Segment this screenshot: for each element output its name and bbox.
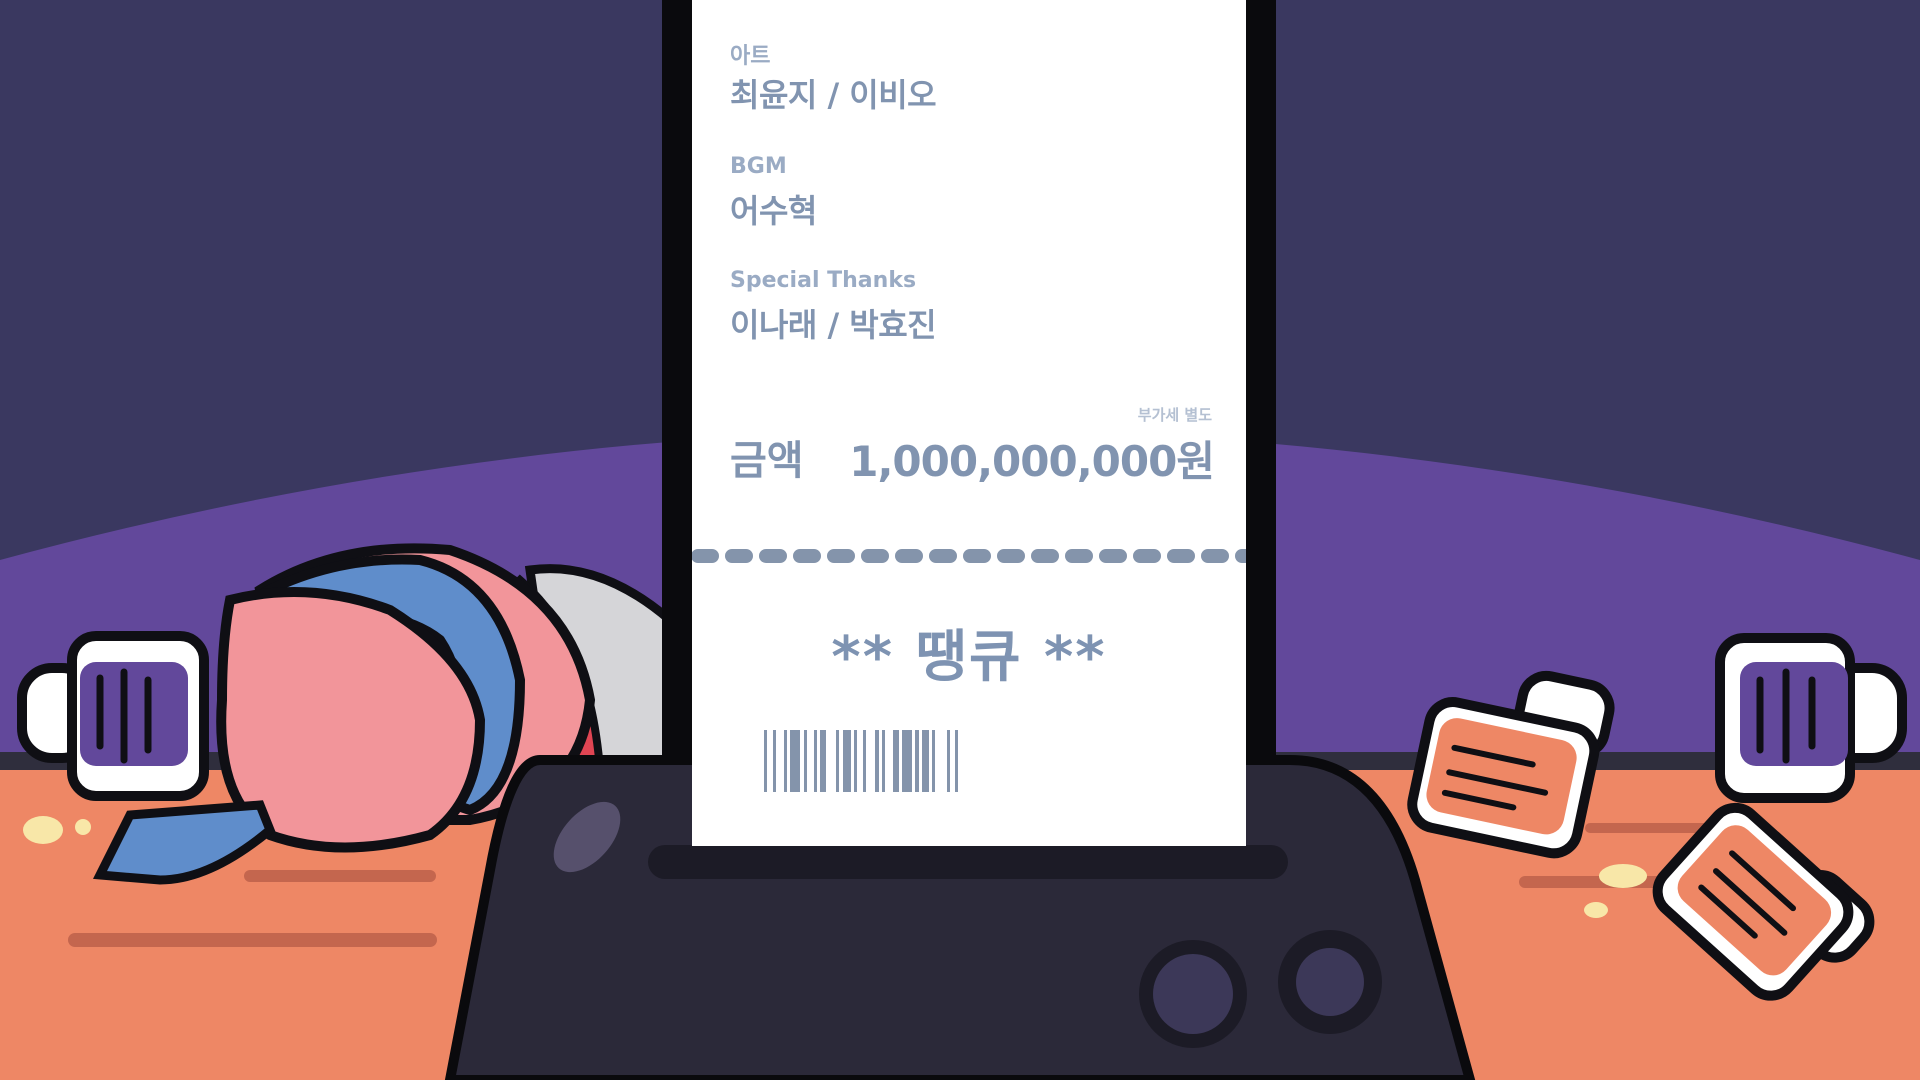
barcode-bar bbox=[820, 730, 826, 792]
receipt-paper: 아트 최윤지 / 이비오 BGM 어수혁 Special Thanks 이나래 … bbox=[692, 0, 1246, 846]
amount-label: 금액 bbox=[730, 438, 804, 484]
barcode-bar bbox=[893, 730, 899, 792]
barcode-bar bbox=[784, 730, 787, 792]
barcode-bar bbox=[843, 730, 851, 792]
barcode-bar bbox=[875, 730, 879, 792]
credit-names-special-thanks: 이나래 / 박효진 bbox=[730, 306, 937, 344]
barcode-bar bbox=[854, 730, 857, 792]
barcode-bar bbox=[932, 730, 935, 792]
thank-you-text: ** 땡큐 ** bbox=[831, 625, 1107, 690]
barcode-bar bbox=[955, 730, 958, 792]
barcode-bar bbox=[790, 730, 800, 792]
credit-role-special-thanks: Special Thanks bbox=[730, 268, 917, 293]
barcode-bar bbox=[863, 730, 866, 792]
barcode-bar bbox=[947, 730, 950, 792]
barcode-bar bbox=[915, 730, 919, 792]
barcode-bar bbox=[922, 730, 929, 792]
perforation-line bbox=[692, 549, 1246, 563]
barcode bbox=[764, 730, 958, 792]
credit-names-bgm: 어수혁 bbox=[730, 192, 817, 230]
barcode-bar bbox=[836, 730, 839, 792]
barcode-bar bbox=[882, 730, 885, 792]
credit-names-art: 최윤지 / 이비오 bbox=[730, 76, 937, 114]
barcode-bar bbox=[814, 730, 817, 792]
barcode-bar bbox=[773, 730, 776, 792]
barcode-bar bbox=[804, 730, 807, 792]
barcode-bar bbox=[764, 730, 767, 792]
credit-role-art: 아트 bbox=[730, 44, 771, 69]
credit-role-bgm: BGM bbox=[730, 154, 787, 179]
barcode-bar bbox=[902, 730, 912, 792]
amount-value: 1,000,000,000원 bbox=[849, 437, 1215, 486]
vat-note: 부가세 별도 bbox=[1137, 406, 1212, 424]
